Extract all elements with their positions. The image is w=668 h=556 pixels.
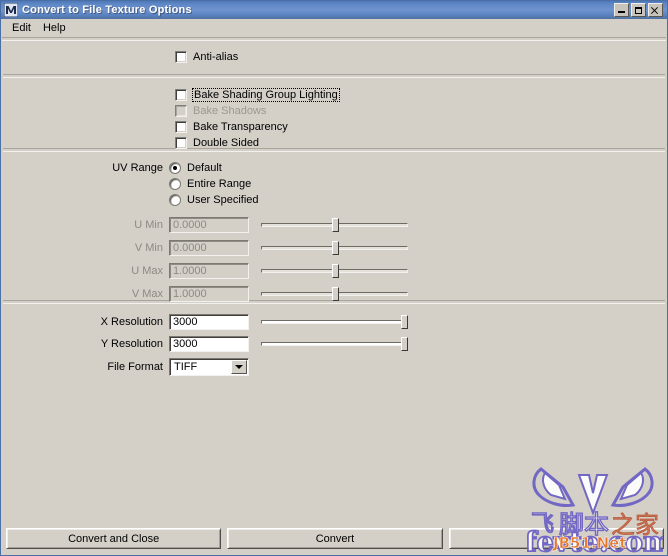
uv-range-section: UV Range Default Entire Range User Speci…	[1, 152, 667, 302]
checkbox-label-double-sided: Double Sided	[193, 137, 260, 149]
input-y-resolution[interactable]: 3000	[169, 335, 249, 352]
uv-range-label: UV Range	[112, 162, 163, 174]
window-title: Convert to File Texture Options	[22, 4, 192, 16]
radio-circle-user-specified	[169, 194, 181, 206]
checkbox-box-bake-transparency	[175, 121, 187, 133]
radio-label-entire-range: Entire Range	[187, 178, 252, 190]
radio-uv-range-entire-range[interactable]: Entire Range	[169, 178, 251, 190]
checkbox-bake-transparency[interactable]: Bake Transparency	[175, 121, 288, 133]
slider-groove-x-resolution	[261, 319, 408, 324]
label-v-max: V Max	[131, 287, 163, 300]
convert-button[interactable]: Convert	[227, 528, 443, 549]
radio-uv-range-user-specified[interactable]: User Specified	[169, 194, 259, 206]
chevron-down-icon[interactable]	[231, 360, 247, 374]
slider-groove-y-resolution	[261, 341, 408, 346]
checkbox-bake-shadows: Bake Shadows	[175, 105, 266, 117]
label-file-format: File Format	[107, 361, 163, 373]
bake-section: Bake Shading Group Lighting Bake Shadows…	[1, 78, 667, 149]
slider-y-resolution[interactable]	[261, 336, 408, 352]
label-v-min: V Min	[134, 241, 163, 254]
slider-v-min	[261, 240, 408, 256]
menu-bar: Edit Help	[1, 19, 667, 37]
select-file-format[interactable]: TIFF	[169, 358, 249, 376]
checkbox-label-bake-transparency: Bake Transparency	[193, 121, 288, 133]
maya-m-icon	[3, 2, 19, 18]
input-v-min: 0.0000	[169, 239, 249, 256]
input-v-max: 1.0000	[169, 285, 249, 302]
uv-field-row-u-min: U Min 0.0000	[1, 216, 667, 233]
uv-range-option-row-entire-range: Entire Range	[1, 176, 667, 192]
checkbox-label-bake-shadows: Bake Shadows	[193, 105, 267, 117]
checkbox-box-double-sided	[175, 137, 187, 149]
checkbox-label-bake-shading-group-lighting: Bake Shading Group Lighting	[192, 88, 340, 102]
select-value-file-format: TIFF	[174, 361, 198, 373]
label-y-resolution: Y Resolution	[100, 337, 163, 350]
checkbox-label-anti-alias: Anti-alias	[193, 51, 239, 63]
checkbox-box-bake-shadows	[175, 105, 187, 117]
checkbox-double-sided[interactable]: Double Sided	[175, 137, 259, 149]
label-u-max: U Max	[131, 264, 163, 277]
menu-item-edit[interactable]: Edit	[7, 21, 38, 36]
close-button[interactable]	[648, 3, 663, 17]
uv-range-option-row-default: UV Range Default	[1, 160, 667, 176]
checkbox-box-anti-alias	[175, 51, 187, 63]
radio-uv-range-default[interactable]: Default	[169, 162, 222, 174]
maximize-button[interactable]	[631, 3, 646, 17]
convert-to-file-texture-options-window: Convert to File Texture Options Edit Hel…	[0, 0, 668, 556]
output-section: X Resolution 3000 Y Resolution 3000 File…	[1, 304, 667, 474]
antialias-section: Anti-alias	[1, 41, 667, 74]
checkbox-box-bake-shading-group-lighting	[175, 89, 187, 101]
slider-thumb-u-max	[331, 263, 339, 278]
slider-v-max	[261, 286, 408, 302]
menu-item-help[interactable]: Help	[38, 21, 73, 36]
row-file-format: File Format TIFF	[1, 357, 667, 377]
slider-thumb-u-min	[331, 217, 339, 232]
title-bar: Convert to File Texture Options	[1, 1, 667, 19]
window-controls	[614, 3, 663, 17]
checkbox-anti-alias[interactable]: Anti-alias	[175, 51, 238, 63]
radio-label-default: Default	[187, 162, 222, 174]
uv-field-row-v-min: V Min 0.0000	[1, 239, 667, 256]
radio-label-user-specified: User Specified	[187, 194, 259, 206]
input-u-min: 0.0000	[169, 216, 249, 233]
slider-x-resolution[interactable]	[261, 314, 408, 330]
radio-circle-entire-range	[169, 178, 181, 190]
slider-thumb-v-min	[331, 240, 339, 255]
input-u-max: 1.0000	[169, 262, 249, 279]
uv-field-row-u-max: U Max 1.0000	[1, 262, 667, 279]
slider-thumb-x-resolution[interactable]	[401, 314, 408, 329]
slider-thumb-y-resolution[interactable]	[401, 336, 408, 351]
convert-and-close-button[interactable]: Convert and Close	[6, 528, 222, 549]
slider-u-min	[261, 217, 408, 233]
checkbox-bake-shading-group-lighting[interactable]: Bake Shading Group Lighting	[175, 88, 340, 102]
slider-thumb-v-max	[331, 286, 339, 301]
row-x-resolution: X Resolution 3000	[1, 313, 667, 330]
uv-field-row-v-max: V Max 1.0000	[1, 285, 667, 302]
close-dialog-button[interactable]	[448, 528, 664, 549]
button-bar: Convert and Close Convert	[1, 523, 667, 555]
radio-circle-default	[169, 162, 181, 174]
label-u-min: U Min	[134, 218, 163, 231]
uv-range-option-row-user-specified: User Specified	[1, 192, 667, 208]
label-x-resolution: X Resolution	[100, 315, 163, 328]
input-x-resolution[interactable]: 3000	[169, 313, 249, 330]
minimize-button[interactable]	[614, 3, 629, 17]
slider-u-max	[261, 263, 408, 279]
row-y-resolution: Y Resolution 3000	[1, 335, 667, 352]
